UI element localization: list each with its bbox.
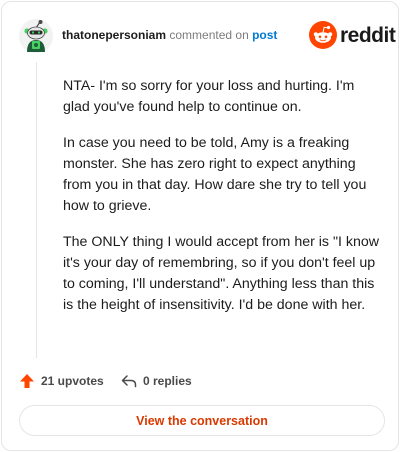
reddit-logo-icon bbox=[309, 21, 337, 49]
thread-line bbox=[36, 62, 37, 358]
comment-meta: thatonepersoniam commented on post bbox=[62, 28, 277, 42]
comment-paragraph: The ONLY thing I would accept from her i… bbox=[63, 234, 379, 313]
post-link[interactable]: post bbox=[252, 28, 277, 42]
comment-footer: 21 upvotes 0 replies bbox=[19, 370, 385, 392]
replies-count: 0 replies bbox=[143, 374, 192, 388]
replies-stat[interactable]: 0 replies bbox=[121, 370, 192, 392]
comment-paragraph: NTA- I'm so sorry for your loss and hurt… bbox=[63, 78, 355, 115]
reddit-wordmark: reddit bbox=[340, 24, 396, 47]
reddit-logo[interactable]: reddit bbox=[309, 21, 396, 51]
reply-arrow-icon bbox=[121, 375, 137, 388]
view-conversation-button[interactable]: View the conversation bbox=[19, 405, 385, 436]
comment-paragraph: In case you need to be told, Amy is a fr… bbox=[63, 135, 367, 214]
username-link[interactable]: thatonepersoniam bbox=[62, 28, 166, 42]
upvote-arrow-icon bbox=[20, 374, 34, 388]
upvotes-stat[interactable]: 21 upvotes bbox=[19, 370, 104, 392]
upvotes-count: 21 upvotes bbox=[41, 374, 104, 388]
comment-header: thatonepersoniam commented on post reddi… bbox=[19, 19, 396, 53]
comment-card: thatonepersoniam commented on post reddi… bbox=[1, 1, 399, 451]
action-text: commented on bbox=[169, 28, 249, 42]
user-avatar[interactable] bbox=[19, 19, 53, 53]
comment-body: NTA- I'm so sorry for your loss and hurt… bbox=[63, 76, 381, 331]
